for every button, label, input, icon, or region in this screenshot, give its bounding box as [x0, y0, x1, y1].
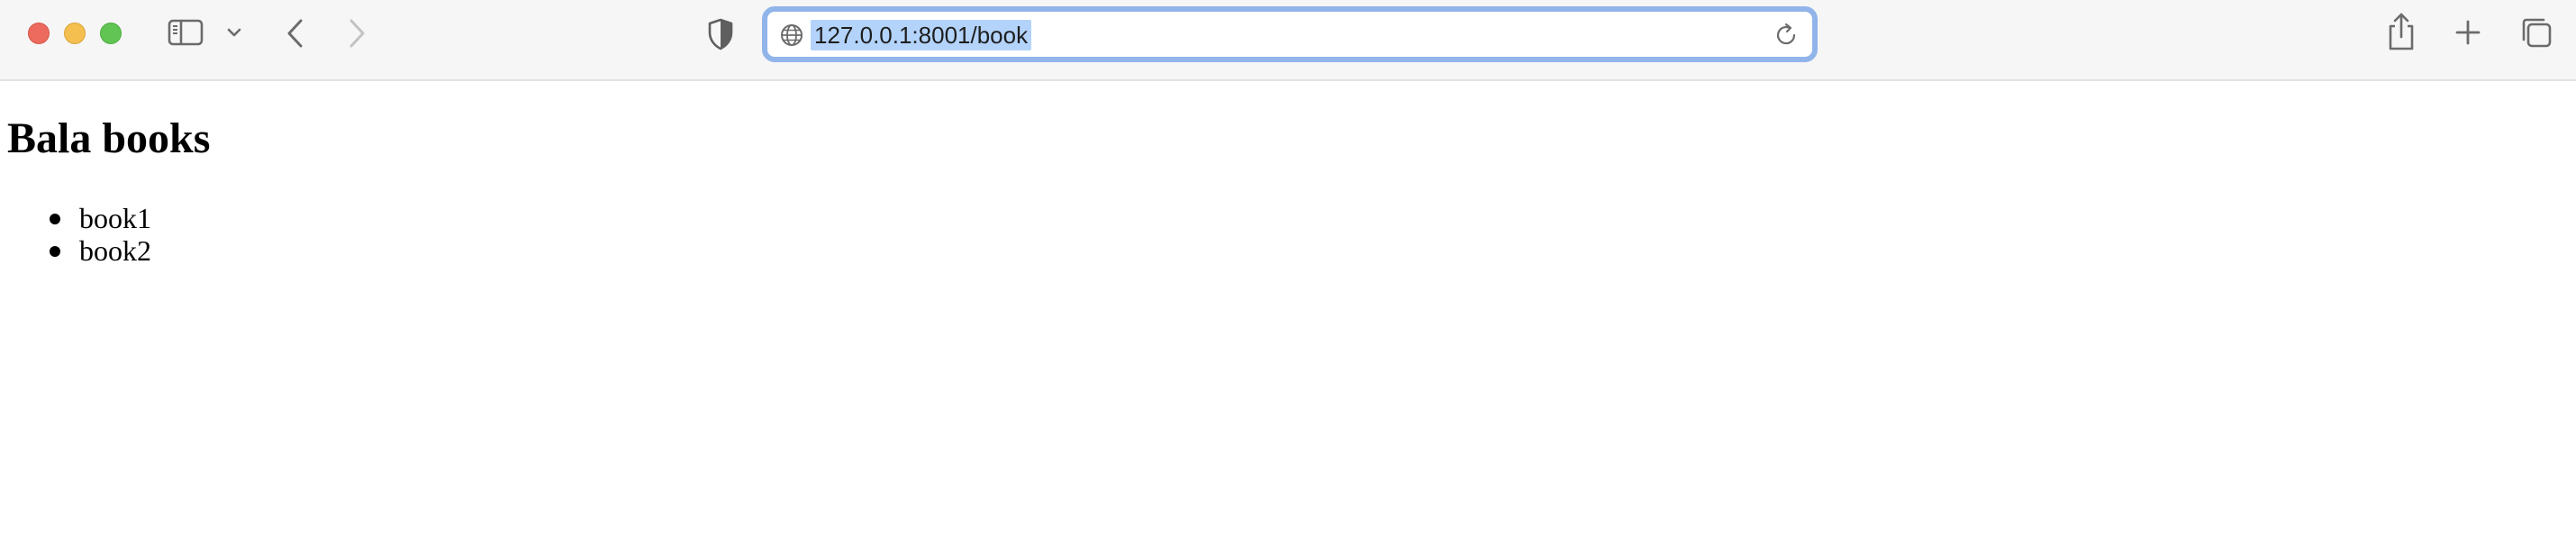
list-item: book1 [0, 202, 151, 234]
share-button[interactable] [2385, 11, 2417, 52]
tab-overview-button[interactable] [2518, 14, 2554, 50]
book-title: book2 [79, 234, 151, 267]
url-text[interactable]: 127.0.0.1:8001/book [811, 20, 1032, 50]
browser-toolbar: 127.0.0.1:8001/book [0, 0, 2576, 81]
bullet-icon [50, 246, 60, 257]
sidebar-toggle-button[interactable] [166, 16, 205, 49]
shield-icon [708, 18, 733, 50]
privacy-report-button[interactable] [704, 16, 737, 52]
chevron-down-icon [227, 28, 241, 37]
minimize-window-button[interactable] [64, 23, 86, 44]
maximize-window-button[interactable] [100, 23, 122, 44]
page-content: Bala books book1 book2 [0, 81, 2576, 557]
share-icon [2389, 13, 2414, 50]
new-tab-button[interactable] [2452, 16, 2484, 49]
forward-button[interactable] [342, 16, 371, 50]
reload-icon[interactable] [1773, 22, 1800, 49]
globe-icon [781, 24, 803, 46]
sidebar-menu-button[interactable] [223, 20, 245, 45]
list-item: book2 [0, 234, 151, 267]
plus-icon [2455, 20, 2481, 45]
chevron-left-icon [287, 19, 303, 48]
address-bar[interactable]: 127.0.0.1:8001/book [762, 6, 1818, 62]
sidebar-icon [168, 19, 204, 46]
bullet-icon [50, 214, 60, 224]
page-title: Bala books [7, 114, 211, 162]
book-list: book1 book2 [0, 202, 151, 267]
chevron-right-icon [349, 19, 365, 48]
book-title: book1 [79, 202, 151, 234]
close-window-button[interactable] [28, 23, 50, 44]
back-button[interactable] [281, 16, 310, 50]
tabs-icon [2522, 18, 2552, 48]
